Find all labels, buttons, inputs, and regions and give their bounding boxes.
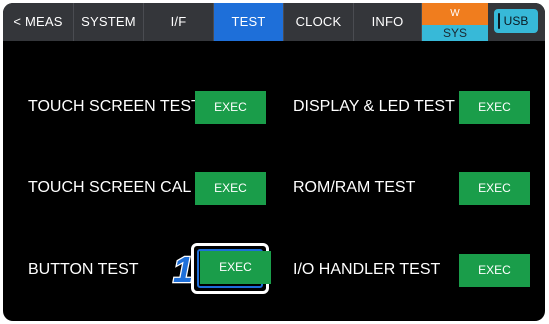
step-number-text: 1 (173, 249, 193, 289)
button-test-exec-button[interactable]: EXEC (200, 251, 271, 284)
tab-if[interactable]: I/F (144, 3, 214, 41)
tab-system[interactable]: SYSTEM (74, 3, 144, 41)
display-led-test-exec-button[interactable]: EXEC (459, 91, 530, 124)
button-test-label: BUTTON TEST (28, 261, 139, 278)
io-handler-test-exec-button[interactable]: EXEC (459, 254, 530, 287)
io-handler-test-label: I/O HANDLER TEST (293, 261, 441, 278)
rom-ram-test-label: ROM/RAM TEST (293, 179, 416, 196)
step-number-callout: 1 (172, 249, 195, 289)
usb-label: USB (503, 14, 529, 28)
tab-meas[interactable]: < MEAS (3, 3, 74, 41)
instrument-screen: < MEAS SYSTEM I/F TEST CLOCK INFO W SYS … (3, 3, 545, 321)
status-sys-label: SYS (422, 25, 488, 41)
touch-screen-cal-exec-button[interactable]: EXEC (195, 172, 266, 205)
usb-bar-icon (498, 13, 500, 29)
usb-indicator-area: USB (488, 3, 545, 41)
status-top-label: W (422, 3, 488, 25)
touch-screen-test-exec-button[interactable]: EXEC (195, 91, 266, 124)
display-led-test-label: DISPLAY & LED TEST (293, 98, 455, 115)
tab-bar: < MEAS SYSTEM I/F TEST CLOCK INFO W SYS … (3, 3, 545, 41)
tab-test[interactable]: TEST (214, 3, 284, 41)
tab-info[interactable]: INFO (354, 3, 422, 41)
usb-badge: USB (494, 9, 538, 33)
touch-screen-test-label: TOUCH SCREEN TEST (28, 98, 201, 115)
system-status-indicator: W SYS (422, 3, 488, 41)
tab-clock[interactable]: CLOCK (284, 3, 354, 41)
rom-ram-test-exec-button[interactable]: EXEC (459, 172, 530, 205)
touch-screen-cal-label: TOUCH SCREEN CAL (28, 179, 192, 196)
